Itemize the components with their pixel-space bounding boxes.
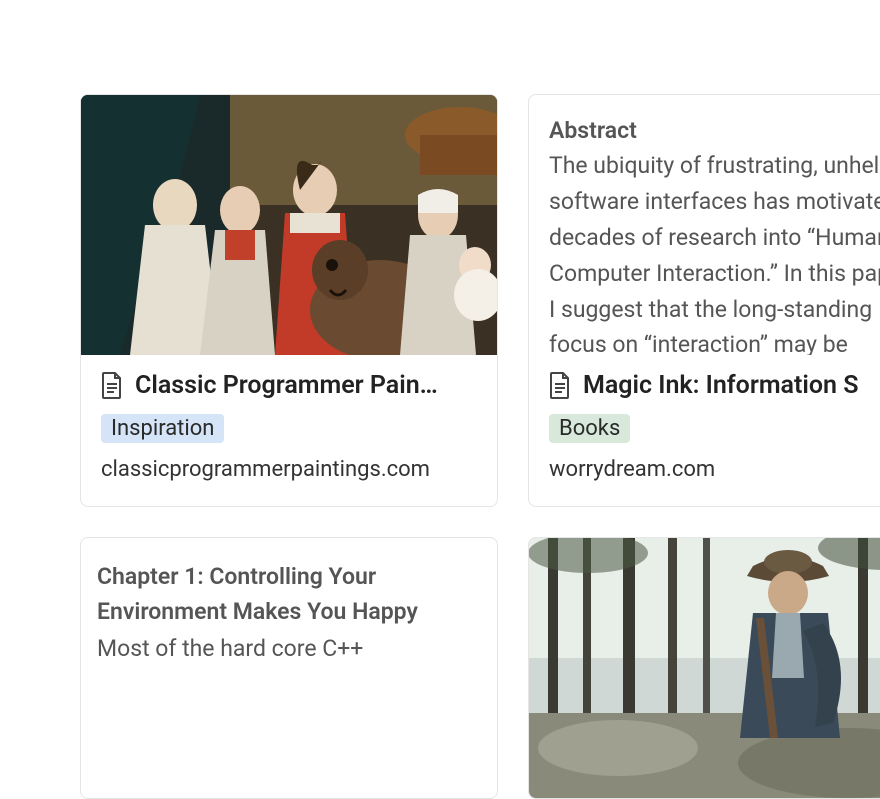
preview-body: Most of the hard core C++ — [97, 631, 477, 667]
tag-inspiration[interactable]: Inspiration — [101, 414, 224, 443]
document-icon — [101, 372, 123, 399]
bookmark-card[interactable]: Abstract The ubiquity of frustrating, un… — [528, 94, 880, 507]
card-title-row: Classic Programmer Pain… — [101, 371, 477, 400]
card-domain: worrydream.com — [549, 457, 880, 482]
card-title: Magic Ink: Information S — [583, 371, 858, 400]
painting-image — [81, 95, 497, 355]
outdoor-image — [529, 538, 880, 798]
preview-body: The ubiquity of frustrating, unhelpful s… — [549, 148, 880, 355]
card-tags: Books — [549, 414, 880, 443]
bookmark-card[interactable] — [528, 537, 880, 799]
card-preview-text: Chapter 1: Controlling Your Environment … — [81, 538, 497, 667]
card-preview-text: Abstract The ubiquity of frustrating, un… — [529, 95, 880, 355]
card-body: Magic Ink: Information S Books worrydrea… — [529, 355, 880, 506]
card-preview-image — [529, 538, 880, 798]
card-title-row: Magic Ink: Information S — [549, 371, 880, 400]
preview-heading: Chapter 1: Controlling Your Environment … — [97, 560, 477, 629]
bookmark-card[interactable]: Classic Programmer Pain… Inspiration cla… — [80, 94, 498, 507]
card-tags: Inspiration — [101, 414, 477, 443]
card-title: Classic Programmer Pain… — [135, 371, 438, 400]
preview-heading: Abstract — [549, 117, 880, 144]
tag-books[interactable]: Books — [549, 414, 630, 443]
bookmark-card[interactable]: Chapter 1: Controlling Your Environment … — [80, 537, 498, 799]
card-body: Classic Programmer Pain… Inspiration cla… — [81, 355, 497, 506]
card-preview-image — [81, 95, 497, 355]
document-icon — [549, 372, 571, 399]
card-grid: Classic Programmer Pain… Inspiration cla… — [0, 0, 880, 799]
card-domain: classicprogrammerpaintings.com — [101, 457, 477, 482]
